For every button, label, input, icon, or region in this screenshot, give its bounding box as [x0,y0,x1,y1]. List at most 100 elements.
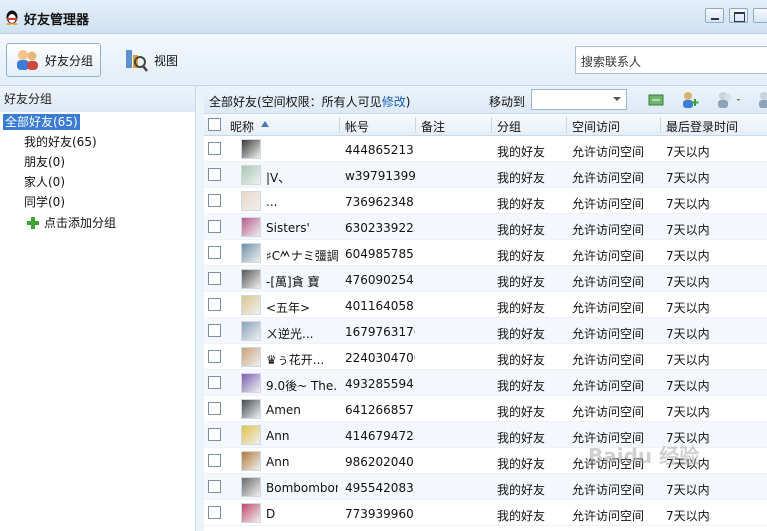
add-group-button[interactable]: 点击添加分组 [0,212,195,234]
maximize-button[interactable] [729,8,748,23]
row-checkbox[interactable] [208,350,221,363]
column-nickname[interactable]: 昵称 [230,118,254,135]
sidebar-title: 好友分组 [0,86,195,112]
cell-account: 444865213 [345,143,414,157]
column-group[interactable]: 分组 [497,118,521,135]
cell-space-access: 允许访问空间 [572,301,645,315]
close-button[interactable] [753,8,767,23]
table-row[interactable]: ㄨ逆光... 1679763176 我的好友 允许访问空间 7天以内 [204,318,767,344]
table-row[interactable]: D 773939960 我的好友 允许访问空间 7天以内 [204,500,767,526]
friend-table-body: 444865213我的好友允许访问空间7天以内|V、w39791399...我的… [204,136,767,526]
cell-account: 736962348 [345,195,414,209]
avatar [241,295,261,315]
cell-account: w39791399... [345,169,415,183]
column-last-login[interactable]: 最后登录时间 [666,118,738,135]
row-checkbox[interactable] [208,246,221,259]
row-checkbox[interactable] [208,142,221,155]
avatar [241,425,261,445]
table-row[interactable]: ♛ぅ花开... 2240304706 我的好友 允许访问空间 7天以内 [204,344,767,370]
title-bar: 好友管理器 [0,0,767,34]
cell-last-login: 7天以内 [666,379,710,393]
row-checkbox[interactable] [208,272,221,285]
avatar [241,373,261,393]
sidebar-item-friends[interactable]: 朋友(0) [0,152,195,172]
row-checkbox[interactable] [208,220,221,233]
avatar [241,269,261,289]
cell-nickname: ... [266,195,278,209]
row-checkbox[interactable] [208,454,221,467]
table-row[interactable]: 444865213 我的好友 允许访问空间 7天以内 [204,136,767,162]
table-row[interactable]: Ann 986202040 我的好友 允许访问空间 7天以内 [204,448,767,474]
select-all-checkbox[interactable] [208,118,221,131]
table-row[interactable]: 9.0後~ The. 493285594 我的好友 允许访问空间 7天以内 [204,370,767,396]
modify-permission-link[interactable]: 修改 [382,95,406,109]
cell-group: 我的好友 [497,145,546,159]
cell-space-access: 允许访问空间 [572,457,645,471]
avatar [241,217,261,237]
cell-last-login: 7天以内 [666,171,710,185]
row-checkbox[interactable] [208,480,221,493]
sidebar-item-all-friends[interactable]: 全部好友(65) [0,112,195,132]
move-to-label: 移动到 [489,95,526,109]
column-account[interactable]: 帐号 [345,118,369,135]
sidebar-item-classmates[interactable]: 同学(0) [0,192,195,212]
view-button[interactable]: 视图 [116,43,185,77]
avatar [241,477,261,497]
table-row[interactable]: <五年> 401164058 我的好友 允许访问空间 7天以内 [204,292,767,318]
cell-group: 我的好友 [497,301,546,315]
table-row[interactable]: Sisters' 630233922 我的好友 允许访问空间 7天以内 [204,214,767,240]
column-space-access[interactable]: 空间访问 [572,118,620,135]
sort-ascending-icon [261,121,269,127]
row-checkbox[interactable] [208,506,221,519]
table-row[interactable]: -[萬]貪 寶 476090254 我的好友 允许访问空间 7天以内 [204,266,767,292]
cell-account: 604985785 [345,247,414,261]
space-permission-text: 全部好友(空间权限：所有人可见修改) [209,95,411,109]
column-note[interactable]: 备注 [421,118,445,135]
cell-nickname: Ann [266,455,290,469]
row-checkbox[interactable] [208,428,221,441]
cell-group: 我的好友 [497,457,546,471]
cell-account: 1679763176 [345,325,415,339]
cell-space-access: 允许访问空间 [572,145,645,159]
sidebar-item-my-friends[interactable]: 我的好友(65) [0,132,195,152]
cell-nickname: |V、 [266,171,291,185]
row-checkbox[interactable] [208,402,221,415]
cell-nickname: -[萬]貪 寶 [266,275,320,289]
cell-account: 986202040 [345,455,414,469]
avatar [241,399,261,419]
sidebar-item-family[interactable]: 家人(0) [0,172,195,192]
cell-group: 我的好友 [497,249,546,263]
cell-last-login: 7天以内 [666,145,710,159]
friend-options-icon[interactable] [715,90,743,110]
row-checkbox[interactable] [208,194,221,207]
cell-nickname: Bombombom [266,481,338,495]
table-row[interactable]: |V、 w39791399... 我的好友 允许访问空间 7天以内 [204,162,767,188]
cell-last-login: 7天以内 [666,301,710,315]
add-friend-icon[interactable] [680,90,700,110]
row-checkbox[interactable] [208,376,221,389]
row-checkbox[interactable] [208,324,221,337]
table-row[interactable]: Ann 414679472 我的好友 允许访问空间 7天以内 [204,422,767,448]
delete-friend-icon[interactable] [756,90,767,110]
table-row[interactable]: ... 736962348 我的好友 允许访问空间 7天以内 [204,188,767,214]
avatar [241,191,261,211]
edit-note-icon[interactable] [646,90,666,110]
table-row[interactable]: Amen 641266857 我的好友 允许访问空间 7天以内 [204,396,767,422]
avatar [241,243,261,263]
cell-last-login: 7天以内 [666,483,710,497]
cell-group: 我的好友 [497,197,546,211]
table-row[interactable]: ♯C𐊎ナミ彊調 604985785 我的好友 允许访问空间 7天以内 [204,240,767,266]
row-checkbox[interactable] [208,298,221,311]
view-label: 视图 [154,53,179,68]
search-contacts-input[interactable]: 搜索联系人 [575,46,767,74]
move-to-select[interactable] [531,89,627,110]
cell-nickname: ♛ぅ花开... [266,353,325,367]
row-checkbox[interactable] [208,168,221,181]
minimize-button[interactable] [705,8,724,23]
avatar [241,347,261,367]
cell-last-login: 7天以内 [666,275,710,289]
column-header: 昵称 帐号 备注 分组 空间访问 最后登录时间 [204,114,767,136]
table-row[interactable]: Bombombom 495542083 我的好友 允许访问空间 7天以内 [204,474,767,500]
cell-space-access: 允许访问空间 [572,379,645,393]
friend-group-button[interactable]: 好友分组 [6,43,102,77]
